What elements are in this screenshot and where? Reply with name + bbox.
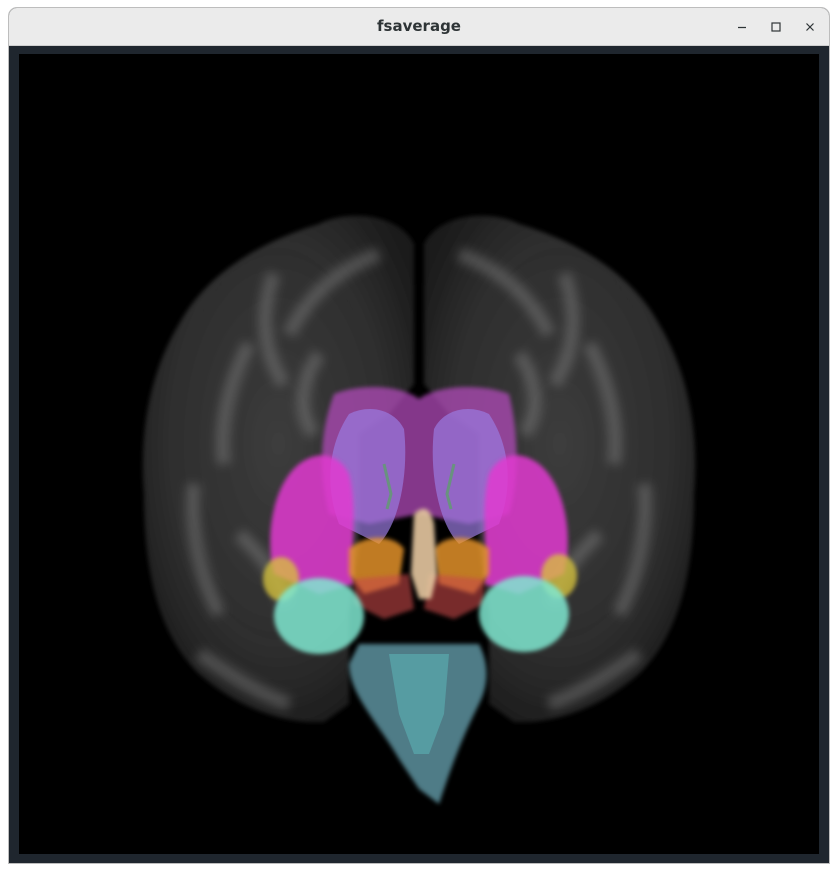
3d-render-viewport[interactable] bbox=[19, 54, 819, 854]
third-ventricle bbox=[411, 508, 437, 599]
amygdala-left bbox=[274, 578, 364, 654]
window-title: fsaverage bbox=[377, 17, 461, 35]
minimize-icon bbox=[736, 21, 748, 33]
amygdala-right bbox=[479, 576, 569, 652]
minimize-button[interactable] bbox=[731, 16, 753, 38]
brain-render bbox=[142, 215, 696, 804]
title-bar[interactable]: fsaverage bbox=[9, 8, 829, 46]
window-frame bbox=[9, 46, 829, 863]
maximize-button[interactable] bbox=[765, 16, 787, 38]
app-window: fsaverage bbox=[9, 8, 829, 863]
close-icon bbox=[804, 21, 816, 33]
close-button[interactable] bbox=[799, 16, 821, 38]
maximize-icon bbox=[770, 21, 782, 33]
